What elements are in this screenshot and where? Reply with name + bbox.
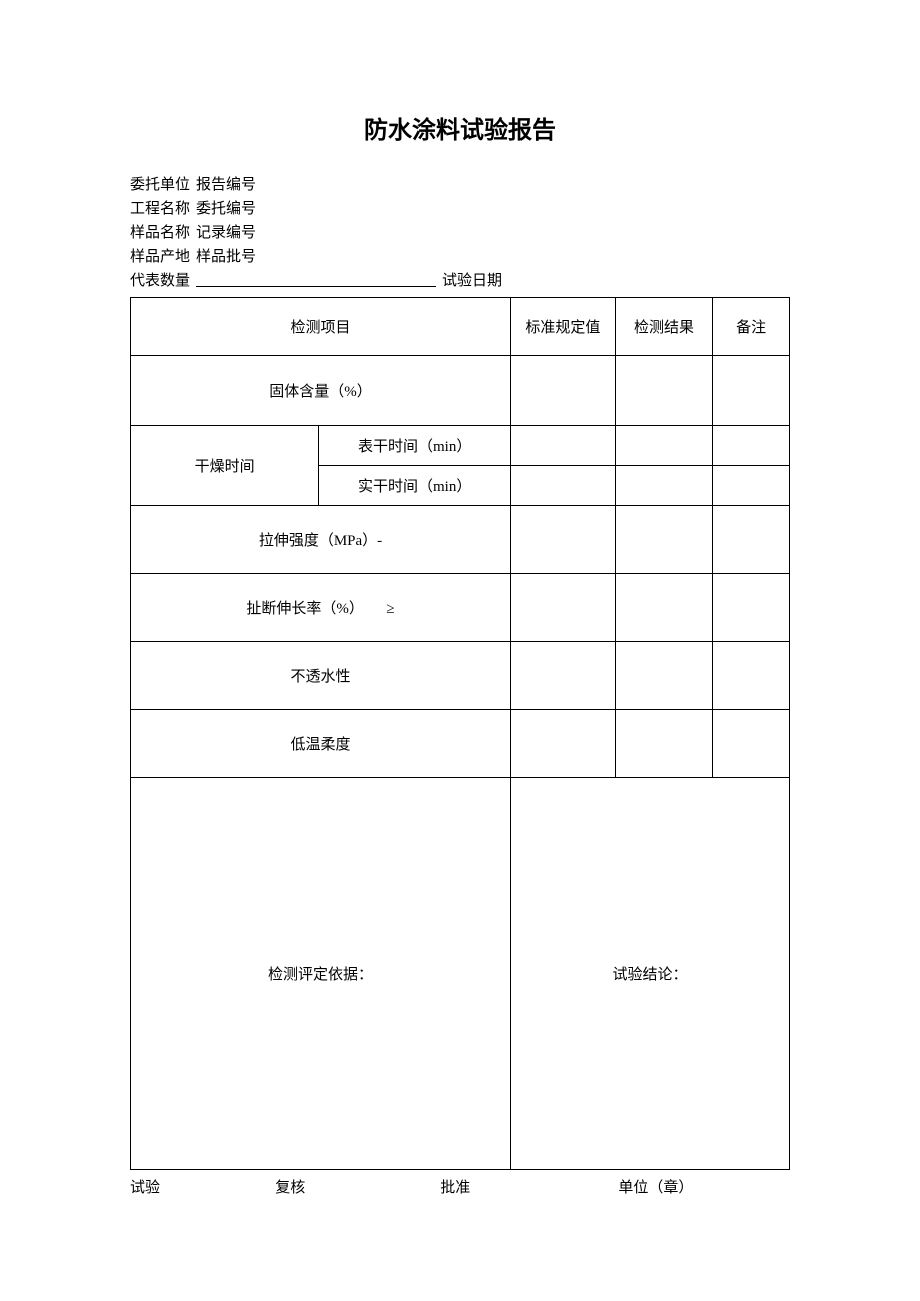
- cell-dry-full-std: [511, 466, 616, 506]
- footer-signatures: 试验 复核 批准 单位（章）: [130, 1176, 790, 1197]
- cell-tensile-note: [713, 506, 790, 574]
- cell-conclusion: 试验结论：: [511, 778, 790, 1170]
- table-header-row: 检测项目 标准规定值 检测结果 备注: [131, 298, 790, 356]
- th-test-item: 检测项目: [131, 298, 511, 356]
- cell-tensile-result: [615, 506, 713, 574]
- header-rep-qty-label: 代表数量: [130, 269, 190, 293]
- th-remarks: 备注: [713, 298, 790, 356]
- row-dry-surface: 干燥时间 表干时间（min）: [131, 426, 790, 466]
- header-sample-batch-label: 样品批号: [196, 245, 256, 269]
- cell-dry-full-note: [713, 466, 790, 506]
- header-row-5: 代表数量 试验日期: [130, 269, 790, 293]
- header-rep-qty-underline: [196, 269, 436, 287]
- header-report-no-label: 报告编号: [196, 173, 256, 197]
- cell-elongation-std: [511, 574, 616, 642]
- header-row-3: 样品名称 记录编号: [130, 221, 790, 245]
- header-project-name-label: 工程名称: [130, 197, 190, 221]
- cell-lowtemp-note: [713, 710, 790, 778]
- header-entrust-no-label: 委托编号: [196, 197, 256, 221]
- cell-solid-label: 固体含量（%）: [131, 356, 511, 426]
- header-test-date-label: 试验日期: [442, 269, 502, 293]
- header-row-2: 工程名称 委托编号: [130, 197, 790, 221]
- cell-lowtemp-label: 低温柔度: [131, 710, 511, 778]
- row-tensile: 拉伸强度（MPa）-: [131, 506, 790, 574]
- cell-waterproof-label: 不透水性: [131, 642, 511, 710]
- cell-solid-std: [511, 356, 616, 426]
- cell-dry-surface-result: [615, 426, 713, 466]
- document-title: 防水涂料试验报告: [130, 110, 790, 145]
- cell-dry-label: 干燥时间: [131, 426, 319, 506]
- header-info-block: 委托单位 报告编号 工程名称 委托编号 样品名称 记录编号 样品产地 样品批号 …: [130, 173, 790, 293]
- cell-solid-result: [615, 356, 713, 426]
- cell-solid-note: [713, 356, 790, 426]
- header-row-4: 样品产地 样品批号: [130, 245, 790, 269]
- header-sample-name-label: 样品名称: [130, 221, 190, 245]
- header-sample-origin-label: 样品产地: [130, 245, 190, 269]
- cell-elongation-label: 扯断伸长率（%） ≥: [131, 574, 511, 642]
- cell-lowtemp-result: [615, 710, 713, 778]
- row-elongation: 扯断伸长率（%） ≥: [131, 574, 790, 642]
- row-waterproof: 不透水性: [131, 642, 790, 710]
- cell-dry-surface-note: [713, 426, 790, 466]
- cell-dry-surface-label: 表干时间（min）: [319, 426, 511, 466]
- th-test-result: 检测结果: [615, 298, 713, 356]
- th-standard-value: 标准规定值: [511, 298, 616, 356]
- cell-lowtemp-std: [511, 710, 616, 778]
- cell-tensile-label: 拉伸强度（MPa）-: [131, 506, 511, 574]
- cell-elongation-note: [713, 574, 790, 642]
- footer-review-label: 复核: [275, 1176, 440, 1197]
- cell-waterproof-result: [615, 642, 713, 710]
- cell-waterproof-std: [511, 642, 616, 710]
- footer-test-label: 试验: [130, 1176, 275, 1197]
- row-lowtemp: 低温柔度: [131, 710, 790, 778]
- row-solid-content: 固体含量（%）: [131, 356, 790, 426]
- cell-basis: 检测评定依据：: [131, 778, 511, 1170]
- header-entrust-unit-label: 委托单位: [130, 173, 190, 197]
- footer-approve-label: 批准: [440, 1176, 618, 1197]
- cell-dry-surface-std: [511, 426, 616, 466]
- cell-dry-full-label: 实干时间（min）: [319, 466, 511, 506]
- row-basis-conclusion: 检测评定依据： 试验结论：: [131, 778, 790, 1170]
- header-record-no-label: 记录编号: [196, 221, 256, 245]
- cell-waterproof-note: [713, 642, 790, 710]
- header-row-1: 委托单位 报告编号: [130, 173, 790, 197]
- cell-tensile-std: [511, 506, 616, 574]
- report-table: 检测项目 标准规定值 检测结果 备注 固体含量（%） 干燥时间 表干时间（min…: [130, 297, 790, 1170]
- footer-unit-label: 单位（章）: [618, 1176, 790, 1197]
- cell-elongation-result: [615, 574, 713, 642]
- cell-dry-full-result: [615, 466, 713, 506]
